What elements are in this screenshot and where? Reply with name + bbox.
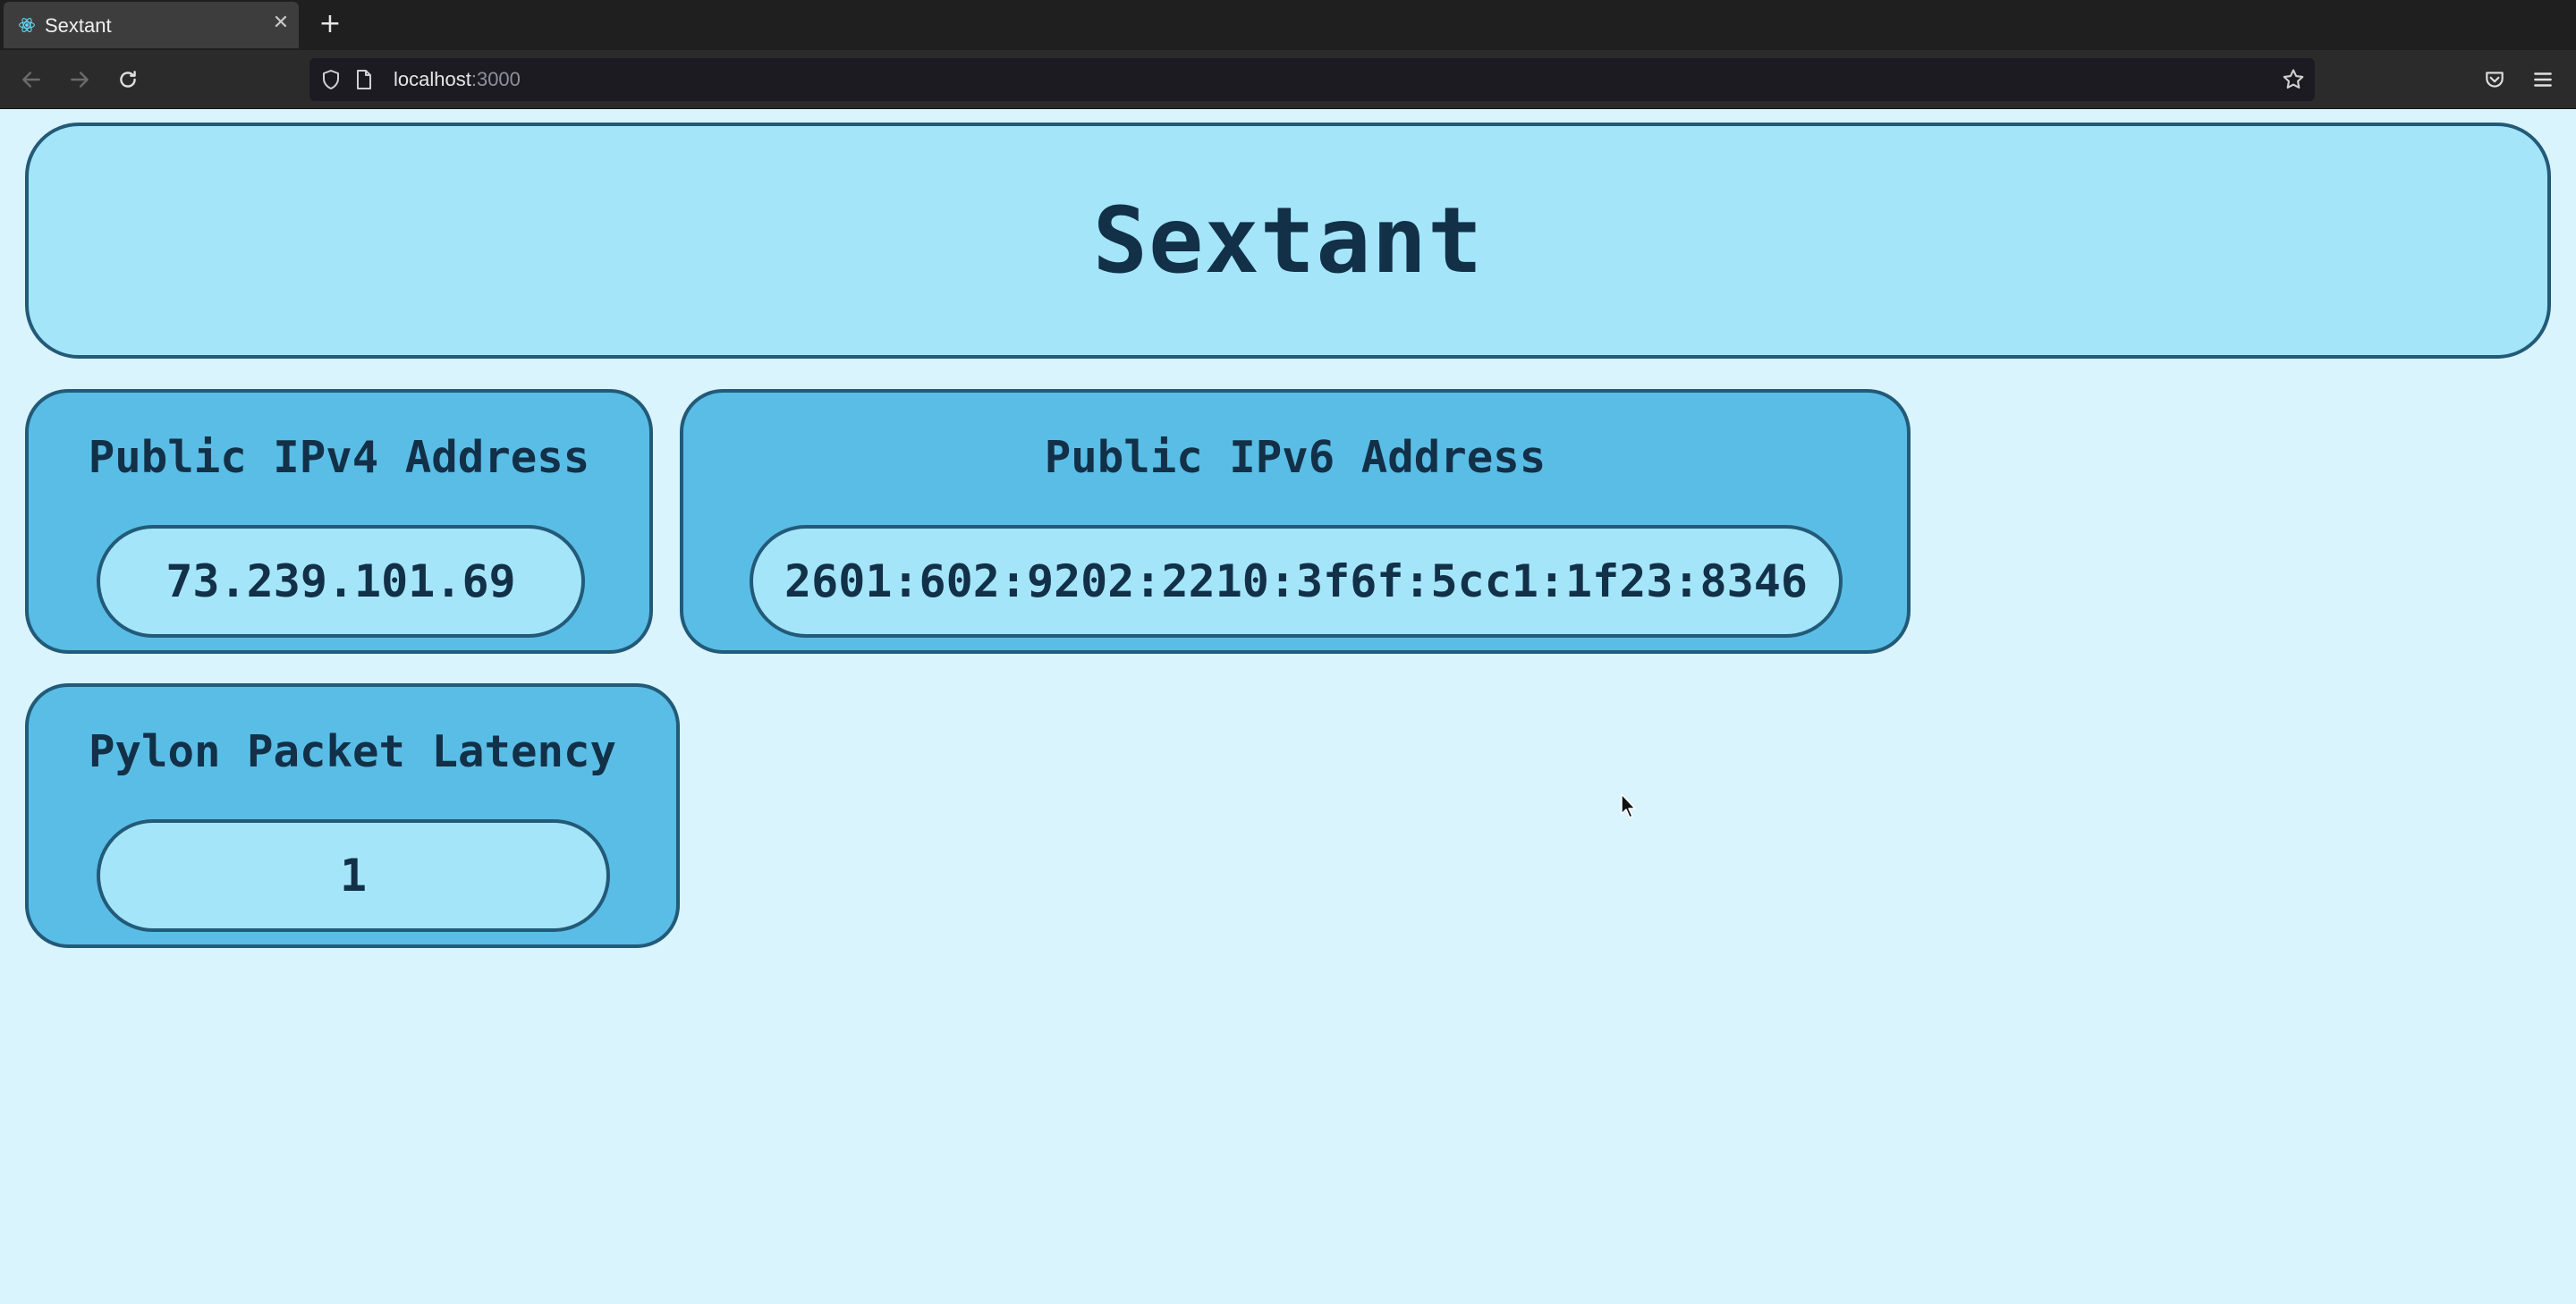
page-content: Sextant Public IPv4 Address 73.239.101.6… [0,110,2576,1304]
url-host: localhost [394,68,471,90]
latency-value: 1 [339,850,368,902]
reload-icon [120,71,136,88]
hamburger-menu-icon [2534,72,2552,87]
latency-card: Pylon Packet Latency 1 [25,683,680,948]
shield-icon[interactable] [320,69,342,90]
back-button[interactable] [14,63,48,97]
ipv6-card: Public IPv6 Address 2601:602:9202:2210:3… [680,389,1911,654]
reload-button[interactable] [111,63,145,97]
browser-tab-bar: Sextant ✕ + [0,0,2576,50]
ipv6-card-title: Public IPv6 Address [1044,432,1546,483]
url-text[interactable]: localhost:3000 [394,68,521,91]
forward-button[interactable] [63,63,97,97]
tab-title: Sextant [45,14,112,37]
pocket-button[interactable] [2478,63,2512,97]
ipv4-card-title: Public IPv4 Address [88,432,590,483]
browser-nav-bar: localhost:3000 [0,50,2576,109]
browser-tab[interactable]: Sextant ✕ [4,2,299,48]
menu-button[interactable] [2526,63,2560,97]
ipv4-card: Public IPv4 Address 73.239.101.69 [25,389,653,654]
new-tab-button[interactable]: + [315,9,345,39]
url-bar[interactable]: localhost:3000 [309,58,2315,101]
star-icon[interactable] [2281,67,2306,92]
arrow-left-icon [22,72,40,88]
latency-card-title: Pylon Packet Latency [88,726,616,777]
url-port: :3000 [470,68,521,90]
page-title: Sextant [1092,187,1484,294]
latency-value-box: 1 [97,819,610,932]
close-tab-icon[interactable]: ✕ [270,13,292,34]
react-icon [19,18,35,32]
pocket-icon [2486,72,2504,88]
ipv6-value-box: 2601:602:9202:2210:3f6f:5cc1:1f23:8346 [750,525,1843,638]
ipv4-value: 73.239.101.69 [165,555,516,607]
arrow-right-icon [71,72,89,88]
page-icon[interactable] [354,69,374,90]
header-card: Sextant [25,123,2551,359]
ipv4-value-box: 73.239.101.69 [97,525,585,638]
ipv6-value: 2601:602:9202:2210:3f6f:5cc1:1f23:8346 [784,555,1808,607]
mouse-cursor-icon [1621,793,1636,818]
